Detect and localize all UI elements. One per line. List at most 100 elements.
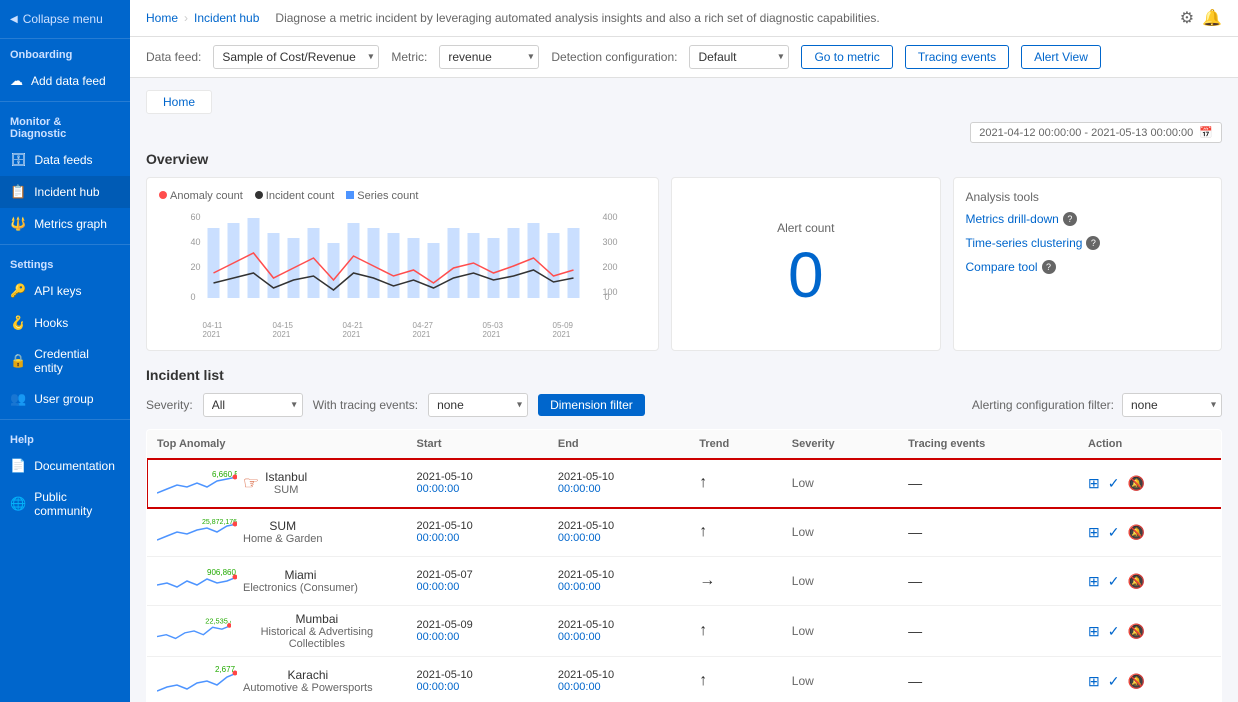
start-time-link[interactable]: 00:00:00: [417, 681, 538, 693]
sidebar-item-add-data-feed[interactable]: ☁ Add data feed: [0, 65, 130, 97]
compare-tool-help-icon[interactable]: ?: [1042, 260, 1056, 274]
topbar-separator: ›: [184, 11, 188, 25]
row-action-cell: ⊞ ✓ 🔕: [1078, 459, 1221, 508]
sidebar-item-incident-hub[interactable]: 📋 Incident hub: [0, 176, 130, 208]
svg-text:2021: 2021: [203, 330, 221, 338]
time-series-clustering-link[interactable]: Time-series clustering ?: [966, 236, 1210, 250]
sidebar-item-documentation[interactable]: 📄 Documentation: [0, 450, 130, 482]
severity-value: Low: [792, 574, 814, 588]
dimension-filter-button[interactable]: Dimension filter: [538, 394, 645, 416]
topbar-home-link[interactable]: Home: [146, 11, 178, 25]
breadcrumb[interactable]: Home: [146, 90, 212, 114]
table-header: Top Anomaly Start End Trend Severity Tra…: [147, 430, 1222, 459]
mute-icon[interactable]: 🔕: [1127, 475, 1144, 492]
alert-view-button[interactable]: Alert View: [1021, 45, 1101, 69]
start-time-link[interactable]: 00:00:00: [417, 532, 538, 544]
tracing-events-filter-label: With tracing events:: [313, 398, 418, 412]
detail-icon[interactable]: ⊞: [1088, 573, 1100, 590]
settings-icon[interactable]: ⚙: [1180, 8, 1194, 28]
sidebar-item-public-community[interactable]: 🌐 Public community: [0, 482, 130, 526]
sidebar-item-metrics-graph[interactable]: 🔱 Metrics graph: [0, 208, 130, 240]
detail-icon[interactable]: ⊞: [1088, 475, 1100, 492]
incident-table: Top Anomaly Start End Trend Severity Tra…: [146, 429, 1222, 702]
detail-icon[interactable]: ⊞: [1088, 524, 1100, 541]
sidebar-item-data-feeds[interactable]: 🗄 Data feeds: [0, 144, 130, 176]
svg-text:200: 200: [603, 262, 618, 272]
table-row[interactable]: 22,535.4 Mumbai Historical & Advertising…: [147, 606, 1222, 657]
sidebar-label-data-feeds: Data feeds: [35, 153, 93, 167]
svg-text:04-21: 04-21: [343, 321, 364, 330]
metrics-drill-down-help-icon[interactable]: ?: [1063, 212, 1077, 226]
tracing-events-select[interactable]: none: [428, 393, 528, 417]
sidebar-item-hooks[interactable]: 🪝 Hooks: [0, 307, 130, 339]
sidebar-item-api-keys[interactable]: 🔑 API keys: [0, 275, 130, 307]
sparkline-chart: 2,677: [157, 663, 237, 699]
severity-select[interactable]: All: [203, 393, 303, 417]
mute-icon[interactable]: 🔕: [1127, 623, 1144, 640]
check-icon[interactable]: ✓: [1108, 623, 1120, 640]
col-trend: Trend: [689, 430, 782, 459]
mute-icon[interactable]: 🔕: [1127, 524, 1144, 541]
start-time-link[interactable]: 00:00:00: [417, 631, 538, 643]
check-icon[interactable]: ✓: [1108, 524, 1120, 541]
row-anomaly-cell: 906,860 Miami Electronics (Consumer): [147, 557, 407, 606]
row-anomaly-cell: 6,660,510.4 ☞ Istanbul SUM: [147, 459, 407, 508]
globe-icon: 🌐: [10, 496, 26, 512]
severity-value: Low: [792, 624, 814, 638]
end-time-link[interactable]: 00:00:00: [558, 532, 679, 544]
metric-select[interactable]: revenue: [439, 45, 539, 69]
trend-arrow: ↑: [699, 622, 707, 639]
alert-config-select[interactable]: none: [1122, 393, 1222, 417]
sidebar-label-metrics-graph: Metrics graph: [34, 217, 107, 231]
svg-text:04-27: 04-27: [413, 321, 434, 330]
section-label-onboarding: Onboarding: [0, 39, 130, 65]
table-row[interactable]: 906,860 Miami Electronics (Consumer) 202…: [147, 557, 1222, 606]
sidebar-item-user-group[interactable]: 👥 User group: [0, 383, 130, 415]
bell-icon[interactable]: 🔔: [1202, 8, 1222, 28]
time-series-clustering-help-icon[interactable]: ?: [1086, 236, 1100, 250]
mute-icon[interactable]: 🔕: [1127, 673, 1144, 690]
incident-icon: 📋: [10, 184, 26, 200]
toolbar: Data feed: Sample of Cost/Revenue Metric…: [130, 37, 1238, 78]
check-icon[interactable]: ✓: [1108, 673, 1120, 690]
end-time-link[interactable]: 00:00:00: [558, 681, 679, 693]
sidebar-label-documentation: Documentation: [34, 459, 115, 473]
col-start: Start: [407, 430, 548, 459]
sidebar-collapse-button[interactable]: Collapse menu: [0, 0, 130, 39]
check-icon[interactable]: ✓: [1108, 475, 1120, 492]
table-row[interactable]: 2,677 Karachi Automotive & Powersports 2…: [147, 657, 1222, 702]
date-range-input[interactable]: 2021-04-12 00:00:00 - 2021-05-13 00:00:0…: [970, 122, 1222, 143]
svg-text:25,872,176.2: 25,872,176.2: [202, 519, 237, 526]
action-icons: ⊞ ✓ 🔕: [1088, 524, 1211, 541]
metrics-drill-down-link[interactable]: Metrics drill-down ?: [966, 212, 1210, 226]
compare-tool-link[interactable]: Compare tool ?: [966, 260, 1210, 274]
mute-icon[interactable]: 🔕: [1127, 573, 1144, 590]
severity-value: Low: [792, 525, 814, 539]
start-time-link[interactable]: 00:00:00: [417, 483, 538, 495]
topbar-current-link[interactable]: Incident hub: [194, 11, 259, 25]
sidebar-item-credential-entity[interactable]: 🔒 Credential entity: [0, 339, 130, 383]
tracing-events-button[interactable]: Tracing events: [905, 45, 1009, 69]
check-icon[interactable]: ✓: [1108, 573, 1120, 590]
detection-config-label: Detection configuration:: [551, 50, 677, 64]
data-feed-select[interactable]: Sample of Cost/Revenue: [213, 45, 379, 69]
anomaly-sub: Home & Garden: [243, 533, 322, 545]
end-time-link[interactable]: 00:00:00: [558, 483, 679, 495]
end-time-link[interactable]: 00:00:00: [558, 631, 679, 643]
table-row[interactable]: 25,872,176.2 SUM Home & Garden 2021-05-1…: [147, 508, 1222, 557]
table-row[interactable]: 6,660,510.4 ☞ Istanbul SUM 2021-05-10: [147, 459, 1222, 508]
metric-select-wrapper: revenue: [439, 45, 539, 69]
users-icon: 👥: [10, 391, 26, 407]
severity-value: Low: [792, 476, 814, 490]
svg-text:05-03: 05-03: [483, 321, 504, 330]
row-trend-cell: ↑: [689, 459, 782, 508]
detection-config-select[interactable]: Default: [689, 45, 789, 69]
svg-text:2021: 2021: [273, 330, 291, 338]
svg-text:40: 40: [191, 237, 201, 247]
start-time-link[interactable]: 00:00:00: [417, 581, 538, 593]
detail-icon[interactable]: ⊞: [1088, 623, 1100, 640]
detail-icon[interactable]: ⊞: [1088, 673, 1100, 690]
go-to-metric-button[interactable]: Go to metric: [801, 45, 892, 69]
lock-icon: 🔒: [10, 353, 26, 369]
end-time-link[interactable]: 00:00:00: [558, 581, 679, 593]
